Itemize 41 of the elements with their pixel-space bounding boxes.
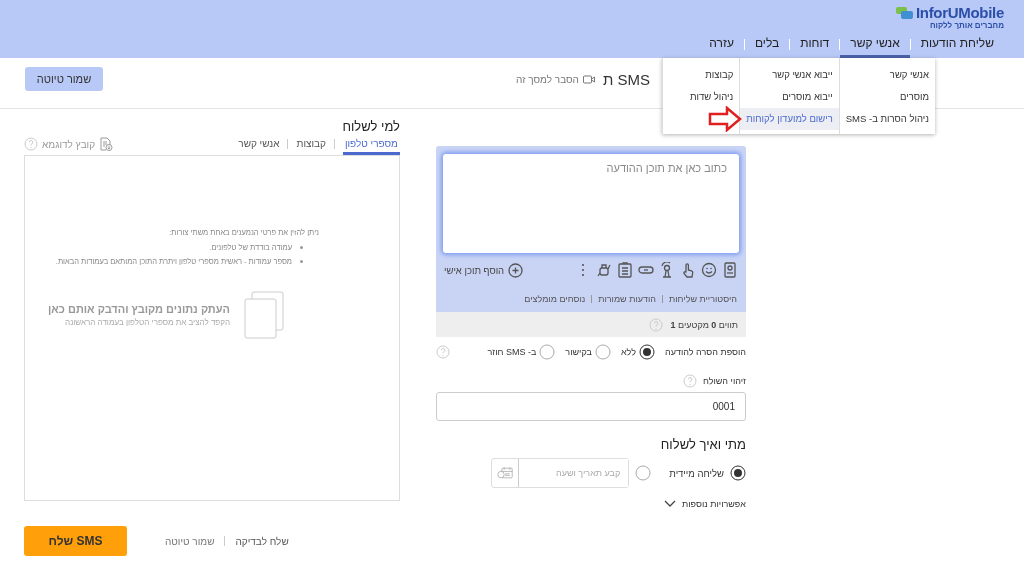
option-label: ב- SMS חוזר — [487, 347, 537, 357]
page-title: ת SMS — [602, 70, 650, 88]
tab[interactable]: אנשי קשר — [238, 138, 280, 155]
help-link[interactable]: הסבר למסך זה — [516, 73, 579, 85]
menu-item[interactable]: ניהול שדות — [663, 86, 740, 108]
send-test-link[interactable]: שלח לבדיקה — [235, 535, 289, 547]
nav-tab[interactable]: שליחת הודעות — [910, 36, 1004, 58]
sender-id-field[interactable]: 0001 — [436, 392, 746, 421]
send-sms-button[interactable]: שלח SMS — [24, 526, 127, 556]
paste-hint: הקפד להציב את מספרי הטלפון בעמודה הראשונה — [64, 318, 230, 327]
paste-title: העתק נתונים מקובץ והדבק אותם כאן — [48, 303, 230, 315]
field-label: זיהוי השולח — [702, 376, 746, 386]
option-label: בקישור — [565, 347, 592, 357]
nav-tab[interactable]: עזרה — [699, 36, 744, 58]
tagline: מחברים אותך ללקוח — [929, 21, 1004, 30]
section-title: מתי ואיך לשלוח — [659, 437, 746, 452]
menu-item[interactable]: ניהול הסרות ב- SMS — [839, 108, 935, 130]
option-label: שליחה מיידית — [669, 467, 724, 479]
panel-link[interactable]: הודעות שמורות — [598, 294, 656, 304]
menu-item[interactable]: ייבוא אנשי קשר — [740, 64, 839, 86]
menu-item[interactable]: אנשי קשר — [839, 64, 935, 86]
message-field[interactable]: כתוב כאן את תוכן ההודעה — [443, 154, 739, 253]
tab[interactable]: מספרי טלפון — [342, 138, 400, 155]
menu-item[interactable]: מוסרים — [839, 86, 935, 108]
panel-link[interactable]: נוסחים מומלצים — [524, 294, 586, 304]
menu-item[interactable]: ייבוא מוסרים — [740, 86, 839, 108]
option-label: ללא — [620, 347, 636, 357]
tab[interactable]: קבוצות — [296, 138, 326, 155]
save-draft-button[interactable]: שמור טיוטה — [25, 67, 103, 91]
menu-item[interactable]: קבוצות — [663, 64, 740, 86]
nav-tab[interactable]: בלים — [744, 36, 790, 58]
menu-item[interactable]: רישום למועדון לקוחות — [740, 108, 839, 130]
nav-tab[interactable]: דוחות — [790, 36, 840, 58]
add-personal-button[interactable]: הוסף תוכן אישי — [444, 262, 524, 278]
field-label: הוספת הסרה להודעה — [665, 347, 746, 357]
save-draft-link[interactable]: שמור טיוטה — [165, 535, 215, 547]
date-time-field[interactable]: קבע תאריך ושעה — [491, 458, 630, 488]
panel-link[interactable]: היסטוריית שליחות — [669, 294, 737, 304]
section-title: למי לשלוח — [341, 119, 400, 136]
more-options-link[interactable]: אפשרויות נוספות — [682, 499, 746, 509]
logo-text: InforUMobile — [915, 5, 1004, 21]
